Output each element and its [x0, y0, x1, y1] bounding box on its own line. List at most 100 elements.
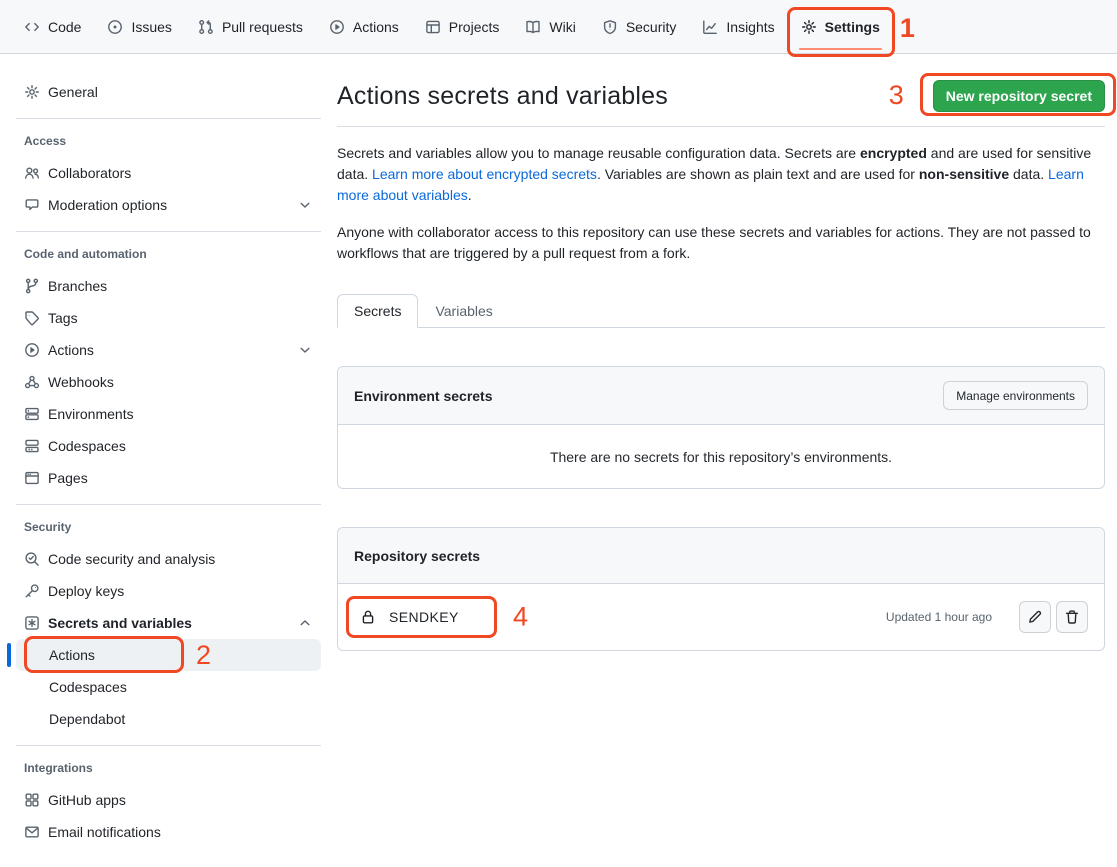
manage-environments-button[interactable]: Manage environments [943, 381, 1088, 410]
nav-tab-pull-requests[interactable]: Pull requests [190, 0, 311, 53]
issue-icon [107, 19, 123, 35]
nav-tab-label: Pull requests [222, 19, 303, 35]
intro-bold-text: encrypted [860, 145, 927, 161]
chevron-up-icon [297, 615, 313, 631]
sidebar-item-label: General [48, 84, 98, 100]
sidebar-item-secrets-dependabot[interactable]: Dependabot [16, 703, 321, 735]
sidebar-item-webhooks[interactable]: Webhooks [16, 366, 321, 398]
secret-row: SENDKEY 4 Updated 1 hour ago [338, 584, 1104, 650]
sidebar-item-github-apps[interactable]: GitHub apps [16, 784, 321, 816]
server-icon [24, 406, 40, 422]
sidebar-item-label: Moderation options [48, 197, 167, 213]
tag-icon [24, 310, 40, 326]
annotation-number-1: 1 [900, 15, 915, 42]
sidebar-item-secrets-actions[interactable]: Actions2 [16, 639, 321, 671]
environment-secrets-title: Environment secrets [354, 388, 493, 404]
pencil-icon [1027, 609, 1043, 625]
page-header: Actions secrets and variables New reposi… [337, 80, 1105, 112]
sidebar-section-label: Integrations [16, 758, 321, 778]
sidebar-item-label: GitHub apps [48, 792, 126, 808]
sidebar-item-deploy-keys[interactable]: Deploy keys [16, 575, 321, 607]
new-repository-secret-button[interactable]: New repository secret [933, 80, 1105, 112]
sidebar-item-label: Codespaces [49, 679, 127, 695]
gear-icon [801, 19, 817, 35]
nav-tab-issues[interactable]: Issues [99, 0, 179, 53]
sidebar-item-branches[interactable]: Branches [16, 270, 321, 302]
sidebar-item-general[interactable]: General [16, 76, 321, 108]
collaborator-access-paragraph: Anyone with collaborator access to this … [337, 222, 1105, 264]
nav-tab-actions[interactable]: Actions [321, 0, 407, 53]
play-icon [329, 19, 345, 35]
annotation-box [24, 636, 184, 673]
gear-icon [24, 84, 40, 100]
lock-icon [360, 609, 376, 625]
sidebar-item-label: Deploy keys [48, 583, 124, 599]
browser-icon [24, 470, 40, 486]
nav-tab-label: Actions [353, 19, 399, 35]
sidebar-item-label: Secrets and variables [48, 615, 192, 631]
sidebar-section-label: Security [16, 517, 321, 537]
graph-icon [702, 19, 718, 35]
nav-tab-insights[interactable]: Insights [694, 0, 782, 53]
pull-request-icon [198, 19, 214, 35]
sidebar-item-secrets-and-variables[interactable]: Secrets and variables [16, 607, 321, 639]
key-asterisk-icon [24, 615, 40, 631]
annotation-number-3: 3 [889, 82, 904, 109]
repository-secrets-header: Repository secrets [338, 528, 1104, 584]
annotation-number-2: 2 [196, 642, 211, 669]
tab-secrets[interactable]: Secrets [337, 294, 418, 328]
nav-tab-settings[interactable]: Settings1 [793, 0, 888, 53]
trash-icon [1064, 609, 1080, 625]
learn-more-link[interactable]: Learn more about encrypted secrets [372, 166, 597, 182]
sidebar-divider [16, 118, 321, 119]
intro-text: . Variables are shown as plain text and … [597, 166, 919, 182]
sidebar-item-label: Branches [48, 278, 107, 294]
nav-tab-wiki[interactable]: Wiki [517, 0, 583, 53]
repo-tab-bar: Code Issues Pull requests Actions ProjectsWi… [0, 0, 1117, 54]
nav-tab-label: Code [48, 19, 81, 35]
sidebar-item-actions[interactable]: Actions [16, 334, 321, 366]
sidebar-item-label: Code security and analysis [48, 551, 215, 567]
delete-secret-button[interactable] [1056, 601, 1088, 633]
sidebar-item-moderation-options[interactable]: Moderation options [16, 189, 321, 221]
main-content: Actions secrets and variables New reposi… [337, 54, 1105, 651]
codescan-icon [24, 551, 40, 567]
environment-secrets-header: Environment secrets Manage environments [338, 367, 1104, 425]
sidebar-item-label: Collaborators [48, 165, 131, 181]
sidebar-item-label: Dependabot [49, 711, 125, 727]
sidebar-item-email-notifications[interactable]: Email notifications [16, 816, 321, 848]
sidebar-section-label: Access [16, 131, 321, 151]
sidebar-item-label: Email notifications [48, 824, 161, 840]
sidebar-item-label: Actions [48, 342, 94, 358]
sidebar-item-tags[interactable]: Tags [16, 302, 321, 334]
sidebar-item-pages[interactable]: Pages [16, 462, 321, 494]
code-icon [24, 19, 40, 35]
sidebar-item-collaborators[interactable]: Collaborators [16, 157, 321, 189]
tab-variables[interactable]: Variables [418, 294, 509, 328]
sidebar-divider [16, 231, 321, 232]
nav-tab-label: Security [626, 19, 677, 35]
book-icon [525, 19, 541, 35]
sidebar-item-code-security-and-analysis[interactable]: Code security and analysis [16, 543, 321, 575]
apps-icon [24, 792, 40, 808]
intro-paragraph: Secrets and variables allow you to manag… [337, 143, 1105, 206]
intro-text: . [468, 187, 472, 203]
nav-tab-label: Issues [131, 19, 171, 35]
secret-updated-text: Updated 1 hour ago [886, 610, 992, 624]
secret-name-group: SENDKEY 4 [354, 609, 489, 625]
sidebar-item-secrets-codespaces[interactable]: Codespaces [16, 671, 321, 703]
repository-secrets-title: Repository secrets [354, 548, 480, 564]
nav-tab-code[interactable]: Code [16, 0, 89, 53]
sidebar-item-label: Environments [48, 406, 134, 422]
sidebar-divider [16, 745, 321, 746]
mail-icon [24, 824, 40, 840]
nav-tab-security[interactable]: Security [594, 0, 685, 53]
secret-name: SENDKEY [389, 609, 459, 625]
edit-secret-button[interactable] [1019, 601, 1051, 633]
play-icon [24, 342, 40, 358]
webhook-icon [24, 374, 40, 390]
sidebar-divider [16, 504, 321, 505]
sidebar-item-environments[interactable]: Environments [16, 398, 321, 430]
nav-tab-projects[interactable]: Projects [417, 0, 508, 53]
sidebar-item-codespaces[interactable]: Codespaces [16, 430, 321, 462]
